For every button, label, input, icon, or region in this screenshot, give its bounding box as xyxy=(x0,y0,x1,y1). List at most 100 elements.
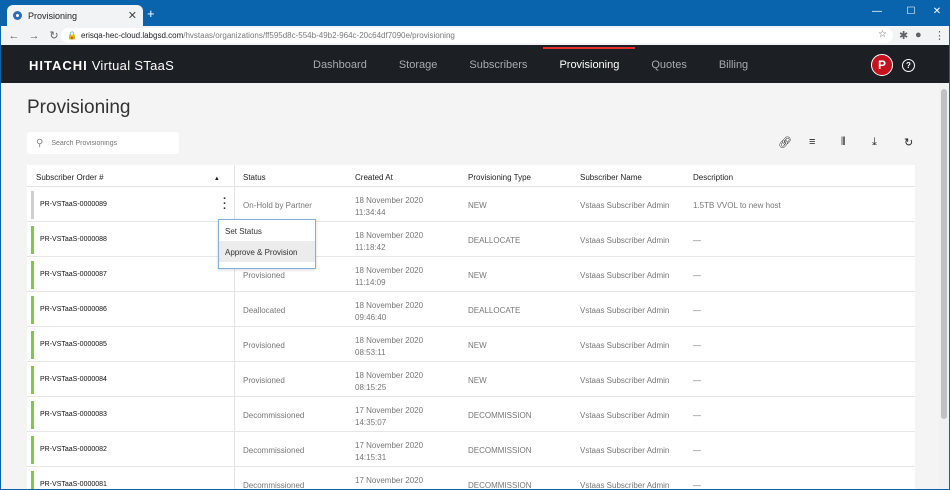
row-subscriber: Vstaas Subscriber Admin xyxy=(580,481,670,490)
search-input[interactable] xyxy=(51,139,162,147)
row-created: 17 November 2020 14:35:07 xyxy=(355,406,424,427)
nav-provisioning[interactable]: Provisioning xyxy=(543,45,636,83)
row-context-menu: Set Status Approve & Provision xyxy=(218,219,316,269)
table-row[interactable]: PR-VSTaaS-0000082 Decommissioned 17 Nove… xyxy=(27,432,915,467)
url-host: erisqa-hec-cloud.labgsd.com xyxy=(80,31,184,40)
row-description: — xyxy=(693,446,701,455)
row-created: 17 November 2020 14:15:31 xyxy=(355,441,424,462)
order-id: PR-VSTaaS-0000084 xyxy=(40,376,107,383)
profile-icon[interactable]: ● xyxy=(915,29,922,41)
browser-tab[interactable]: Provisioning ✕ xyxy=(7,5,143,26)
search-box[interactable]: ⚲ xyxy=(27,132,179,154)
status-bar xyxy=(31,401,34,429)
back-icon[interactable]: ← xyxy=(7,30,21,42)
row-subscriber: Vstaas Subscriber Admin xyxy=(580,341,670,350)
row-type: DEALLOCATE xyxy=(468,236,521,245)
refresh-icon[interactable]: ↻ xyxy=(904,136,913,149)
search-icon: ⚲ xyxy=(36,137,44,149)
order-id: PR-VSTaaS-0000085 xyxy=(40,341,107,348)
nav-quotes[interactable]: Quotes xyxy=(635,45,702,83)
row-status: Provisioned xyxy=(243,376,285,385)
col-order[interactable]: Subscriber Order # ▲ xyxy=(36,173,220,182)
extensions-icon[interactable]: ✱ xyxy=(899,29,908,42)
row-subscriber: Vstaas Subscriber Admin xyxy=(580,376,670,385)
nav-billing[interactable]: Billing xyxy=(703,45,764,83)
nav-dashboard[interactable]: Dashboard xyxy=(297,45,383,83)
order-id: PR-VSTaaS-0000082 xyxy=(40,446,107,453)
table-row[interactable]: PR-VSTaaS-0000088 18 November 2020 11:18:… xyxy=(27,222,915,257)
link-icon[interactable]: 🔗︎ xyxy=(778,136,792,149)
row-type: DECOMMISSION xyxy=(468,446,532,455)
tab-bar: Provisioning ✕ + — ☐ ✕ xyxy=(1,1,949,26)
row-description: — xyxy=(693,236,701,245)
row-created: 18 November 2020 08:15:25 xyxy=(355,371,424,392)
nav-subscribers[interactable]: Subscribers xyxy=(453,45,543,83)
star-icon[interactable]: ☆ xyxy=(878,29,887,40)
address-toolbar: ← → ↻ 🔒 erisqa-hec-cloud.labgsd.com /hvs… xyxy=(1,26,949,45)
plus-icon[interactable]: + xyxy=(147,7,155,20)
row-type: NEW xyxy=(468,376,487,385)
menu-item-set-status[interactable]: Set Status xyxy=(219,220,315,241)
row-description: — xyxy=(693,306,701,315)
menu-item-approve-provision[interactable]: Approve & Provision xyxy=(219,241,315,262)
row-status: Decommissioned xyxy=(243,446,305,455)
table-row[interactable]: PR-VSTaaS-0000084 Provisioned 18 Novembe… xyxy=(27,362,915,397)
status-bar xyxy=(31,261,34,289)
menu-icon[interactable]: ⋮ xyxy=(934,29,945,42)
table-row[interactable]: PR-VSTaaS-0000089 · · · On-Hold by Partner… xyxy=(27,187,915,222)
table-row[interactable]: PR-VSTaaS-0000081 Decommissioned 17 Nove… xyxy=(27,467,915,490)
row-type: NEW xyxy=(468,271,487,280)
status-bar xyxy=(31,436,34,464)
row-status: Decommissioned xyxy=(243,481,305,490)
status-bar xyxy=(31,191,34,219)
scrollbar[interactable] xyxy=(939,83,949,489)
col-created[interactable]: Created At xyxy=(355,173,393,182)
row-type: NEW xyxy=(468,201,487,210)
reload-icon[interactable]: ↻ xyxy=(47,29,61,42)
status-bar xyxy=(31,226,34,254)
browser-window: Provisioning ✕ + — ☐ ✕ ← → ↻ 🔒 erisqa-he… xyxy=(0,0,950,490)
nav-storage[interactable]: Storage xyxy=(383,45,454,83)
order-id: PR-VSTaaS-0000087 xyxy=(40,271,107,278)
row-created: 18 November 2020 11:34:44 xyxy=(355,196,424,217)
row-subscriber: Vstaas Subscriber Admin xyxy=(580,271,670,280)
col-description[interactable]: Description xyxy=(693,173,733,182)
row-description: — xyxy=(693,341,701,350)
download-icon[interactable]: ⤓ xyxy=(872,136,877,149)
columns-icon[interactable]: ⫴ xyxy=(841,136,846,149)
avatar[interactable]: P xyxy=(871,54,893,76)
col-type[interactable]: Provisioning Type xyxy=(468,173,531,182)
minimize-icon[interactable]: — xyxy=(859,1,895,21)
row-description: 1.5TB VVOL to new host xyxy=(693,201,781,210)
row-subscriber: Vstaas Subscriber Admin xyxy=(580,236,670,245)
status-bar xyxy=(31,296,34,324)
close-icon[interactable]: ✕ xyxy=(128,9,137,22)
table-row[interactable]: PR-VSTaaS-0000086 Deallocated 18 Novembe… xyxy=(27,292,915,327)
table-row[interactable]: PR-VSTaaS-0000085 Provisioned 18 Novembe… xyxy=(27,327,915,362)
scrollbar-thumb[interactable] xyxy=(941,89,947,419)
row-description: — xyxy=(693,411,701,420)
product-name: Virtual STaaS xyxy=(91,58,175,73)
close-window-icon[interactable]: ✕ xyxy=(919,1,949,21)
table-row[interactable]: PR-VSTaaS-0000087 Provisioned 18 Novembe… xyxy=(27,257,915,292)
address-bar[interactable]: 🔒 erisqa-hec-cloud.labgsd.com /hvstaas/o… xyxy=(61,28,893,43)
kebab-menu-icon[interactable]: · · · xyxy=(223,194,227,215)
status-bar xyxy=(31,331,34,359)
row-subscriber: Vstaas Subscriber Admin xyxy=(580,446,670,455)
row-description: — xyxy=(693,271,701,280)
provisioning-table: Subscriber Order # ▲ Status Created At P… xyxy=(27,165,915,490)
col-subscriber[interactable]: Subscriber Name xyxy=(580,173,642,182)
table-row[interactable]: PR-VSTaaS-0000083 Decommissioned 17 Nove… xyxy=(27,397,915,432)
row-created: 18 November 2020 11:18:42 xyxy=(355,231,424,252)
row-subscriber: Vstaas Subscriber Admin xyxy=(580,306,670,315)
forward-icon[interactable]: → xyxy=(27,30,41,42)
order-id: PR-VSTaaS-0000083 xyxy=(40,411,107,418)
order-id: PR-VSTaaS-0000089 xyxy=(40,201,107,208)
main-nav: Dashboard Storage Subscribers Provisioni… xyxy=(297,45,764,83)
row-created: 18 November 2020 08:53:11 xyxy=(355,336,424,357)
row-status: On-Hold by Partner xyxy=(243,201,312,210)
sort-up-icon: ▲ xyxy=(213,176,220,182)
sort-lines-icon[interactable]: ≡ xyxy=(809,136,815,148)
col-status[interactable]: Status xyxy=(243,173,266,182)
help-icon[interactable]: ? xyxy=(902,59,915,72)
